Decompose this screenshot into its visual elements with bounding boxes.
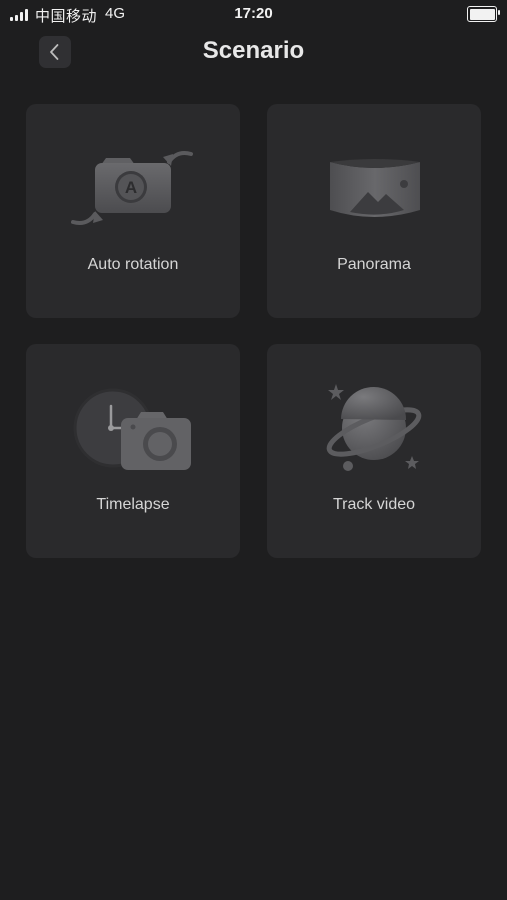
scenario-card-timelapse[interactable]: Timelapse: [26, 344, 240, 558]
scenario-label: Auto rotation: [87, 256, 179, 273]
panorama-icon: [330, 159, 420, 217]
timelapse-clock-camera-icon: [73, 388, 191, 470]
auto-rotation-camera-icon: A: [71, 151, 193, 225]
status-bar: 中国移动 4G 17:20: [0, 0, 507, 28]
svg-text:A: A: [125, 178, 137, 197]
status-time: 17:20: [234, 5, 273, 22]
page-title: Scenario: [202, 37, 305, 64]
battery-icon: [467, 6, 500, 22]
scenario-label: Timelapse: [96, 496, 170, 513]
scenario-screen: 中国移动 4G 17:20 Scenario A Auto rotation P…: [0, 0, 507, 900]
scenario-card-track-video[interactable]: Track video: [267, 344, 481, 558]
planet-track-icon: [326, 384, 422, 471]
scenario-card-panorama[interactable]: Panorama: [267, 104, 481, 318]
scenario-label: Track video: [332, 496, 416, 513]
scenario-card-auto-rotation[interactable]: A Auto rotation: [26, 104, 240, 318]
scenario-label: Panorama: [337, 256, 411, 273]
